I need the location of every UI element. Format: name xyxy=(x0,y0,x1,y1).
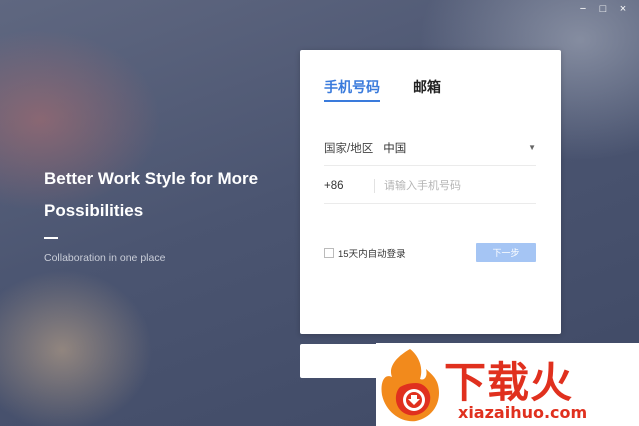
hero-subtitle: Collaboration in one place xyxy=(44,252,166,264)
region-label: 国家/地区 xyxy=(324,142,374,155)
phone-row: +86 xyxy=(324,168,536,204)
region-select[interactable]: 国家/地区 中国 ▼ xyxy=(324,130,536,166)
remember-checkbox[interactable] xyxy=(324,248,334,258)
flame-logo-icon xyxy=(381,349,440,422)
watermark: 下载火 xiazaihuo.com xyxy=(376,343,639,426)
window-controls: − □ × xyxy=(573,2,633,16)
login-tabs: 手机号码 邮箱 xyxy=(324,77,441,102)
hero-divider xyxy=(44,237,58,239)
tab-email[interactable]: 邮箱 xyxy=(413,77,441,102)
watermark-cn-text: 下载火 xyxy=(444,358,574,407)
region-value: 中国 xyxy=(383,142,407,155)
watermark-en-text: xiazaihuo.com xyxy=(458,403,588,422)
chevron-down-icon: ▼ xyxy=(528,143,536,152)
close-button[interactable]: × xyxy=(613,2,633,16)
phone-divider xyxy=(374,178,375,193)
hero-title: Better Work Style for More Possibilities xyxy=(44,169,259,220)
tab-phone[interactable]: 手机号码 xyxy=(324,77,380,102)
remember-login[interactable]: 15天内自动登录 xyxy=(324,246,406,260)
phone-input[interactable] xyxy=(384,179,536,192)
minimize-button[interactable]: − xyxy=(573,2,593,16)
maximize-button[interactable]: □ xyxy=(593,2,613,16)
hero-section: Better Work Style for More Possibilities… xyxy=(44,163,284,264)
next-button[interactable]: 下一步 xyxy=(476,243,536,262)
country-code[interactable]: +86 xyxy=(324,180,374,192)
remember-label: 15天内自动登录 xyxy=(338,249,406,260)
login-card: 手机号码 邮箱 国家/地区 中国 ▼ +86 15天内自动登录 下一步 xyxy=(300,50,561,334)
